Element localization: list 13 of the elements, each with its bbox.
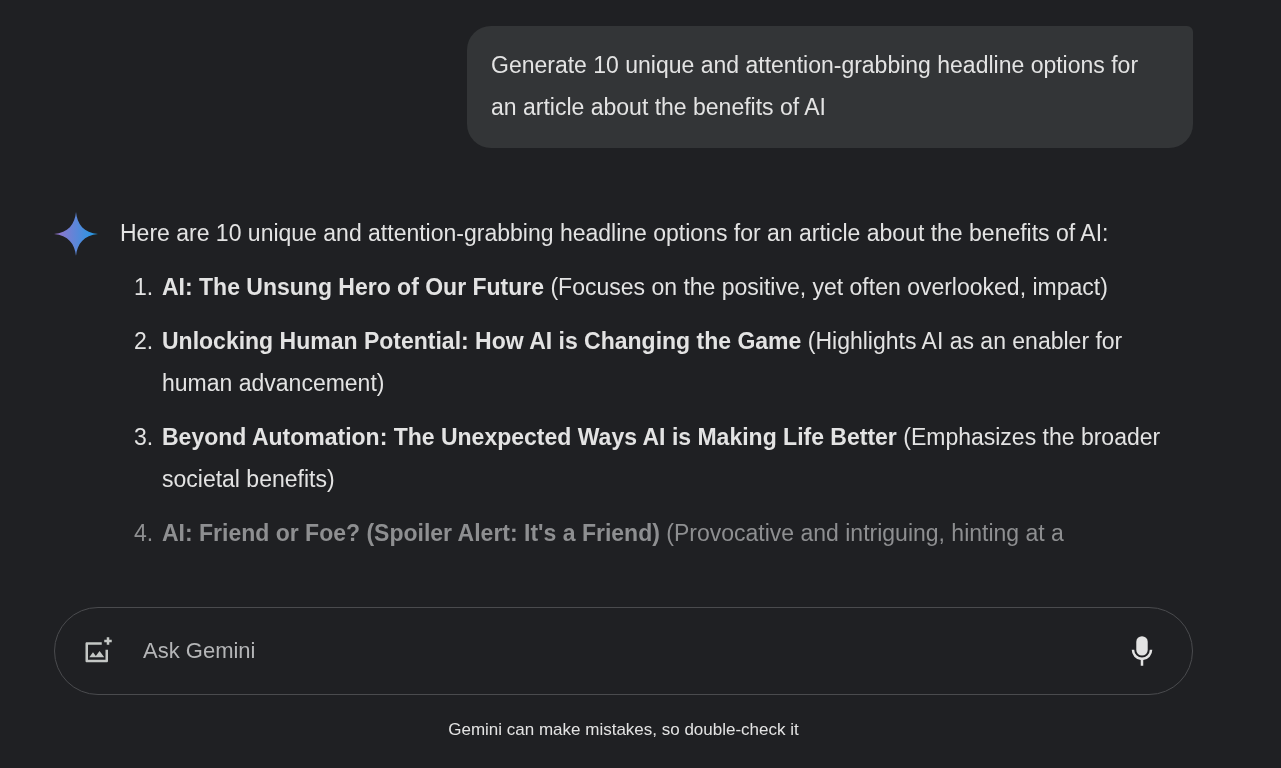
disclaimer-text: Gemini can make mistakes, so double-check it: [447, 720, 800, 740]
sparkle-icon: [54, 212, 98, 256]
prompt-input[interactable]: Ask Gemini: [141, 637, 1100, 665]
response-intro: Here are 10 unique and attention-grabbing headline options for an article about the benefits of AI:: [120, 219, 1110, 248]
headline-option: AI: The Unsung Hero of Our Future (Focuses on the positive, yet often overlooked, impact): [162, 266, 1108, 308]
headline-option: Beyond Automation: The Unexpected Ways AI is Making Life Better (Emphasizes the broader societal benefits): [162, 416, 1180, 500]
headline-option: Unlocking Human Potential: How AI is Changing the Game (Highlights AI as an enabler for human advancement): [162, 320, 1180, 404]
list-number: 2.: [134, 327, 155, 356]
headline-option: AI: Friend or Foe? (Spoiler Alert: It's a Friend) (Provocative and intriguing, hinting at a: [162, 512, 1064, 554]
list-number: 4.: [134, 519, 155, 548]
user-message: Generate 10 unique and attention-grabbing headline options for an article about the benefits of AI: [467, 26, 1193, 148]
list-number: 1.: [134, 273, 155, 302]
list-number: 3.: [134, 423, 155, 452]
